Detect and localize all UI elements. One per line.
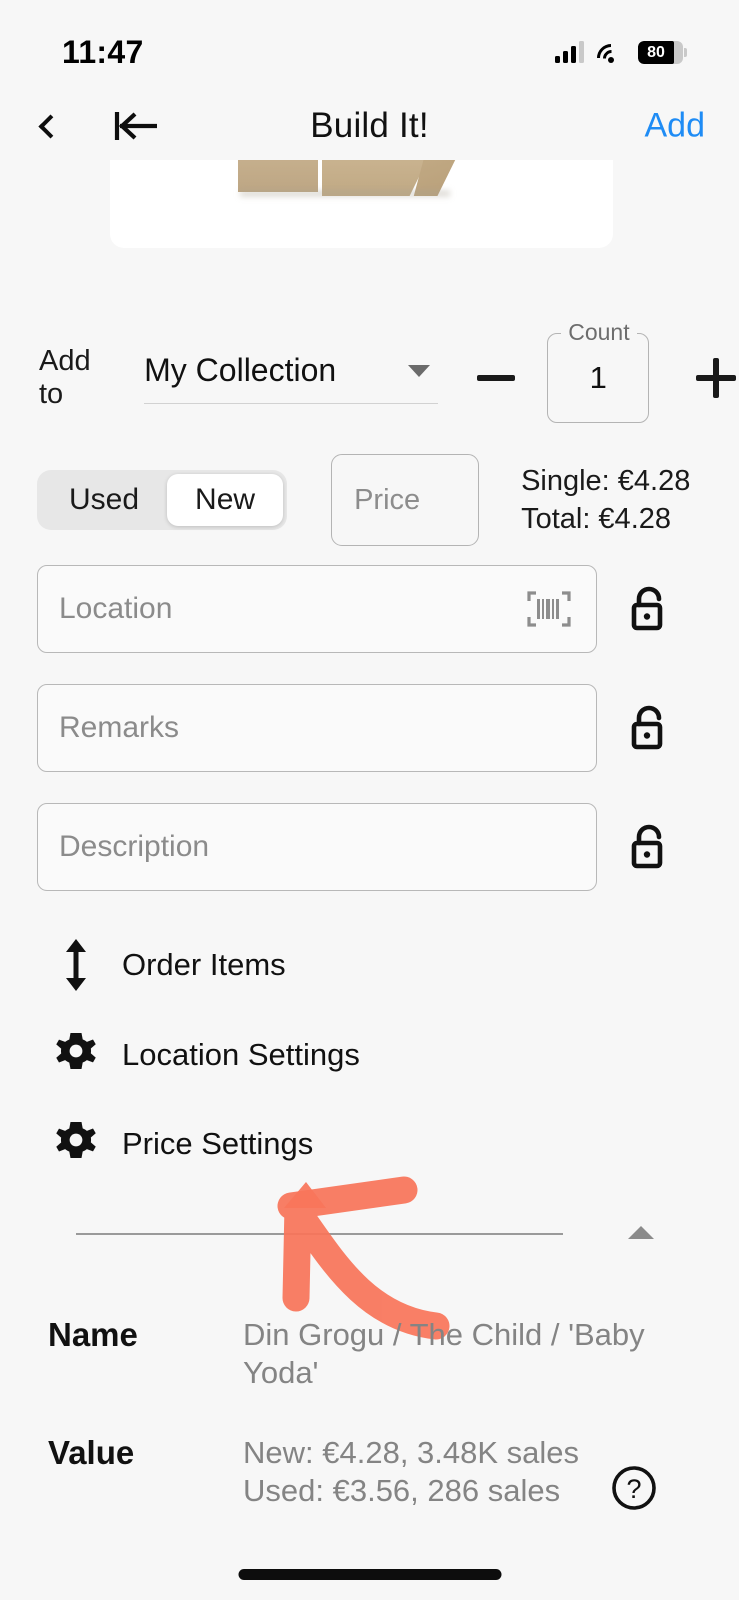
collection-dropdown[interactable]: My Collection [144,352,438,404]
caret-down-icon [407,364,430,377]
product-image-shadow [240,190,450,197]
condition-price-row: Used New Price Single: €4.28 Total: €4.2… [0,452,739,548]
value-detail-key: Value [48,1434,135,1471]
arrows-up-down-icon [47,936,105,994]
question-mark-circle-icon: ? [612,1466,656,1510]
help-button[interactable]: ? [608,1462,660,1514]
battery-icon: 80 [638,40,687,64]
order-items-action[interactable]: Order Items [0,936,286,994]
cellular-signal-icon [555,41,584,63]
home-indicator [238,1569,501,1580]
status-bar: 11:47 80 [0,0,739,84]
barcode-scan-icon[interactable] [526,590,572,628]
location-lock-button[interactable] [621,581,677,637]
navigation-bar: Build It! Add [0,92,739,160]
status-bar-clock: 11:47 [62,33,144,70]
product-image-brick [238,160,318,192]
value-detail-value: New: €4.28, 3.48K sales Used: €3.56, 286… [243,1435,580,1509]
wifi-icon [591,37,631,78]
price-settings-label: Price Settings [122,1126,314,1161]
description-lock-button[interactable] [621,819,677,875]
status-bar-indicators: 80 [555,37,687,78]
count-field[interactable]: Count 1 [547,319,650,423]
gear-icon [47,1026,105,1084]
price-summary: Single: €4.28 Total: €4.28 [521,462,690,539]
description-input-placeholder: Description [59,830,210,863]
name-detail-key: Name [48,1316,138,1353]
decrement-count-button[interactable] [474,356,518,400]
location-input-placeholder: Location [59,592,173,625]
unlock-icon [631,705,663,750]
count-field-value: 1 [589,360,607,395]
unlock-icon [631,824,663,869]
description-row: Description [0,803,739,891]
unlock-icon [631,586,663,631]
gear-icon [47,1115,105,1173]
add-to-label: Add to [39,345,91,410]
section-divider [76,1233,563,1235]
location-settings-label: Location Settings [122,1037,360,1072]
location-input[interactable]: Location [37,565,597,653]
price-input[interactable]: Price [331,454,480,546]
price-single: Single: €4.28 [521,464,691,497]
remarks-lock-button[interactable] [621,700,677,756]
description-input[interactable]: Description [37,803,597,891]
location-row: Location [0,565,739,653]
count-field-legend: Count [561,319,637,346]
app-screen: 11:47 80 Build It! Add Add to My Collect… [0,0,739,1600]
order-items-label: Order Items [122,947,286,982]
page-title: Build It! [310,106,429,145]
price-settings-action[interactable]: Price Settings [0,1115,313,1173]
condition-option-used[interactable]: Used [41,474,167,526]
price-input-placeholder: Price [354,483,421,516]
add-to-row: Add to My Collection Count 1 [0,319,739,426]
add-button[interactable]: Add [645,107,706,146]
collection-dropdown-value: My Collection [144,352,337,388]
remarks-input[interactable]: Remarks [37,684,597,772]
remarks-row: Remarks [0,684,739,772]
svg-text:?: ? [626,1474,641,1504]
location-settings-action[interactable]: Location Settings [0,1026,360,1084]
increment-count-button[interactable] [693,355,739,401]
condition-option-new[interactable]: New [167,474,284,526]
product-image[interactable] [110,160,613,248]
name-detail-row: Name Din Grogu / The Child / 'Baby Yoda' [0,1316,739,1393]
condition-segmented-control[interactable]: Used New [37,470,288,530]
name-detail-value: Din Grogu / The Child / 'Baby Yoda' [243,1317,645,1391]
remarks-input-placeholder: Remarks [59,711,180,744]
triangle-up-icon[interactable] [628,1226,654,1239]
price-total: Total: €4.28 [521,503,672,535]
battery-level-label: 80 [647,43,665,61]
